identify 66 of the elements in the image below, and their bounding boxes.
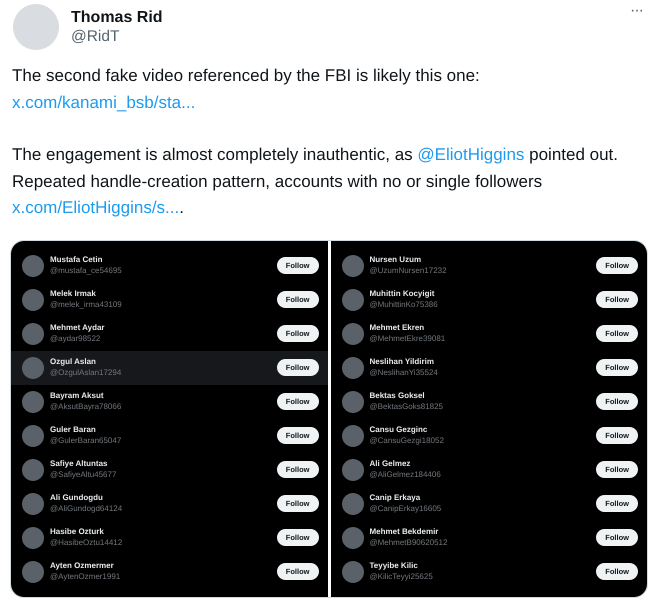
more-button[interactable]: ··· bbox=[628, 4, 645, 18]
account-handle: @SafiyeAltu45677 bbox=[50, 469, 118, 480]
account-handle: @HasibeOztu14412 bbox=[50, 537, 124, 548]
avatar-placeholder bbox=[22, 254, 44, 276]
account-name: Mustafa Cetin bbox=[50, 255, 104, 265]
account-handle: @AliGelmez184406 bbox=[370, 469, 442, 480]
account-handle: @CansuGezgi18052 bbox=[370, 435, 445, 446]
account-name: Mehmet Aydar bbox=[50, 323, 106, 333]
account-handle: @aydar98522 bbox=[50, 333, 102, 344]
account-handle: @NeslihanYi35524 bbox=[370, 367, 439, 378]
account-name: Nursen Uzum bbox=[370, 255, 422, 265]
account-name: Melek Irmak bbox=[50, 289, 97, 299]
account-name: Mehmet Ekren bbox=[370, 323, 426, 333]
account-handle: @AytenOzmer1991 bbox=[50, 571, 122, 582]
avatar-placeholder bbox=[22, 288, 44, 310]
tweet-text: The engagement is almost completely inauthentic, as @EliotHiggins pointed out. Repeated handle-creation pattern, accounts with no or single followers x.com/EliotHiggins/s.... bbox=[12, 144, 619, 219]
account-name: Hasibe Ozturk bbox=[50, 527, 105, 537]
author-handle[interactable]: @RidT bbox=[71, 27, 620, 47]
avatar-placeholder bbox=[342, 322, 364, 344]
account-handle: @CanipErkay16605 bbox=[370, 503, 442, 514]
avatar-placeholder bbox=[22, 390, 44, 412]
author-name[interactable]: Thomas Rid bbox=[71, 8, 620, 27]
avatar-placeholder bbox=[22, 560, 44, 582]
account-handle: @mustafa_ce54695 bbox=[50, 265, 123, 276]
account-name: Ali Gelmez bbox=[370, 459, 412, 469]
account-handle: @MehmetEkre39081 bbox=[370, 333, 446, 344]
avatar-placeholder bbox=[342, 458, 364, 480]
avatar-placeholder bbox=[22, 322, 44, 344]
account-handle: @BektasGoks81825 bbox=[370, 401, 444, 412]
account-name: Ayten Ozmermer bbox=[50, 561, 115, 571]
account-name: Ozgul Aslan bbox=[50, 357, 97, 367]
avatar-placeholder bbox=[342, 492, 364, 514]
account-name: Ali Gundogdu bbox=[50, 493, 104, 503]
account-handle: @MehmetB90620512 bbox=[370, 537, 448, 548]
account-handle: @GulerBaran65047 bbox=[50, 435, 122, 446]
tweet-text: The second fake video referenced by the FBI is likely this one: x.com/kanami_bsb/sta... bbox=[12, 65, 481, 114]
avatar-placeholder bbox=[22, 424, 44, 446]
avatar-placeholder bbox=[342, 560, 364, 582]
account-name: Canip Erkaya bbox=[370, 493, 422, 503]
avatar-placeholder bbox=[22, 492, 44, 514]
account-name: Neslihan Yildirim bbox=[370, 357, 435, 367]
account-handle: @OzgulAslan17294 bbox=[50, 367, 122, 378]
avatar-placeholder bbox=[342, 526, 364, 548]
avatar-placeholder bbox=[342, 356, 364, 378]
account-handle: @melek_irma43109 bbox=[50, 299, 123, 310]
avatar-placeholder bbox=[22, 356, 44, 378]
avatar-placeholder bbox=[342, 390, 364, 412]
account-name: Teyyibe Kilic bbox=[370, 561, 419, 571]
avatar-placeholder bbox=[342, 288, 364, 310]
account-handle: @UzumNursen17232 bbox=[370, 265, 448, 276]
account-handle: @AksutBayra78066 bbox=[50, 401, 122, 412]
avatar-placeholder bbox=[342, 424, 364, 446]
account-name: Mehmet Bekdemir bbox=[370, 527, 440, 537]
avatar-placeholder bbox=[22, 526, 44, 548]
avatar-placeholder[interactable] bbox=[13, 4, 59, 50]
avatar-placeholder bbox=[22, 458, 44, 480]
account-name: Bayram Aksut bbox=[50, 391, 105, 401]
account-name: Muhittin Kocyigit bbox=[370, 289, 436, 299]
account-handle: @MuhittinKo75386 bbox=[370, 299, 439, 310]
account-handle: @KilicTeyyi25625 bbox=[370, 571, 434, 582]
account-handle: @AliGundogd64124 bbox=[50, 503, 124, 514]
account-name: Safiye Altuntas bbox=[50, 459, 108, 469]
account-name: Bektas Goksel bbox=[370, 391, 426, 401]
account-name: Guler Baran bbox=[50, 425, 97, 435]
avatar-placeholder bbox=[342, 254, 364, 276]
account-name: Cansu Gezginc bbox=[370, 425, 428, 435]
